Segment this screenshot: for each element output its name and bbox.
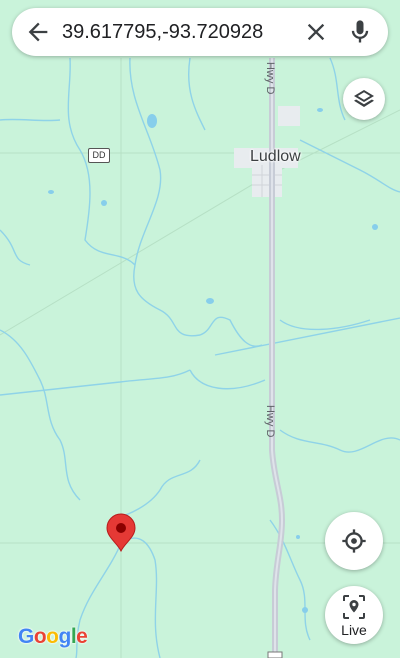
road-shield-partial (267, 651, 283, 658)
crosshair-icon (342, 529, 366, 553)
road-label-hwy-d-middle: Hwy D (264, 405, 276, 437)
town-label-ludlow[interactable]: Ludlow (250, 148, 301, 166)
microphone-icon[interactable] (346, 18, 374, 46)
route-shield-dd: DD (88, 148, 110, 163)
search-input[interactable] (62, 20, 292, 44)
live-label: Live (341, 622, 367, 638)
layers-button[interactable] (343, 78, 385, 120)
search-bar (12, 8, 388, 56)
google-logo: Google (18, 625, 88, 648)
layers-icon (354, 90, 374, 107)
my-location-button[interactable] (325, 512, 383, 570)
road-label-hwy-d-top: Hwy D (264, 62, 276, 94)
live-view-icon (343, 595, 365, 619)
live-view-button[interactable]: Live (325, 586, 383, 644)
clear-icon[interactable] (302, 18, 330, 46)
back-arrow-icon[interactable] (24, 18, 52, 46)
